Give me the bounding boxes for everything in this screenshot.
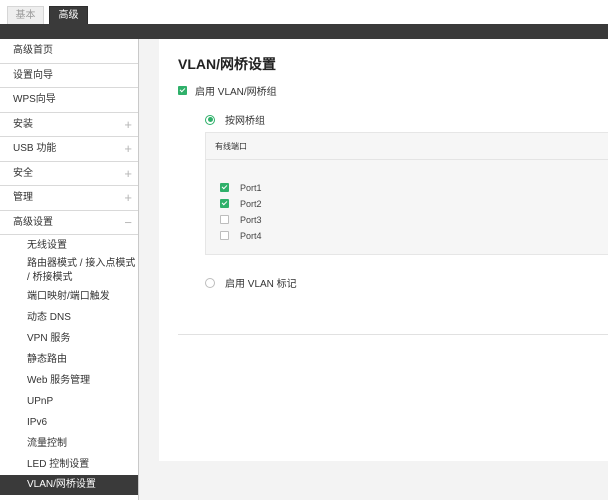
- top-tab-bar: 基本 高级: [0, 0, 608, 24]
- sidebar-item-advanced-home[interactable]: 高级首页: [0, 39, 138, 64]
- page-title: VLAN/网桥设置: [178, 56, 276, 72]
- sidebar-subitem-web-services[interactable]: Web 服务管理: [0, 370, 138, 391]
- sidebar-item-setup[interactable]: 安装 +: [0, 113, 138, 137]
- sidebar-item-security[interactable]: 安全 +: [0, 162, 138, 186]
- expand-plus-icon[interactable]: +: [124, 137, 132, 161]
- port-row-4: Port4: [220, 227, 262, 243]
- sidebar-item-setup-wizard[interactable]: 设置向导: [0, 64, 138, 88]
- section-divider: [178, 334, 608, 335]
- sidebar: 高级首页 设置向导 WPS向导 安装 + USB 功能 + 安全 + 管理 + 高级设置…: [0, 39, 139, 500]
- radio-unselected-icon[interactable]: [205, 277, 215, 288]
- enable-vlan-bridge-row: 启用 VLAN/网桥组: [178, 83, 277, 98]
- sidebar-subitem-led-control[interactable]: LED 控制设置: [0, 454, 138, 475]
- expand-plus-icon[interactable]: +: [124, 162, 132, 186]
- sidebar-item-wps-wizard[interactable]: WPS向导: [0, 88, 138, 113]
- port1-checkbox[interactable]: [220, 183, 229, 193]
- port-label: Port3: [240, 214, 262, 225]
- sidebar-item-advanced-settings[interactable]: 高级设置 −: [0, 211, 138, 235]
- sidebar-subitem-vpn[interactable]: VPN 服务: [0, 328, 138, 349]
- sidebar-subitem-vlan-bridge[interactable]: VLAN/网桥设置: [0, 475, 138, 495]
- sidebar-item-label: USB 功能: [13, 143, 57, 154]
- sidebar-item-label: 高级首页: [13, 45, 53, 56]
- radio-selected-icon[interactable]: [205, 114, 215, 125]
- port3-checkbox[interactable]: [220, 215, 229, 225]
- sidebar-subitem-ddns[interactable]: 动态 DNS: [0, 307, 138, 328]
- port-label: Port1: [240, 182, 262, 193]
- checkbox-checked-icon[interactable]: [178, 86, 187, 95]
- sidebar-subitem-router-mode[interactable]: 路由器模式 / 接入点模式 / 桥接模式: [0, 256, 138, 286]
- sidebar-subitem-port-forwarding[interactable]: 端口映射/端口触发: [0, 286, 138, 307]
- main-panel: VLAN/网桥设置 启用 VLAN/网桥组 按网桥组 有线端口 Port1 Po…: [159, 39, 608, 461]
- sidebar-item-label: 安全: [13, 167, 33, 179]
- tab-basic[interactable]: 基本: [7, 6, 44, 24]
- bridge-group-label: 按网桥组: [225, 116, 265, 127]
- port-row-3: Port3: [220, 211, 262, 227]
- port-label: Port2: [240, 198, 262, 209]
- expand-plus-icon[interactable]: +: [124, 113, 132, 137]
- port4-checkbox[interactable]: [220, 231, 229, 241]
- collapse-minus-icon[interactable]: −: [124, 211, 132, 235]
- sidebar-item-label: 管理: [13, 192, 33, 203]
- sidebar-item-label: 高级设置: [13, 216, 53, 228]
- port-list: Port1 Port2 Port3 Port4: [220, 179, 262, 243]
- sidebar-subitem-wireless[interactable]: 无线设置: [0, 235, 138, 256]
- enable-vlan-bridge-label: 启用 VLAN/网桥组: [195, 87, 277, 98]
- sidebar-item-label: WPS向导: [13, 94, 56, 105]
- tab-advanced[interactable]: 高级: [49, 6, 88, 24]
- vlan-tag-option: 启用 VLAN 标记: [205, 275, 297, 290]
- sidebar-item-label: 安装: [13, 118, 33, 130]
- bridge-group-option: 按网桥组: [205, 112, 265, 127]
- sidebar-item-label: 设置向导: [13, 69, 53, 81]
- expand-plus-icon[interactable]: +: [124, 186, 132, 210]
- sidebar-subitem-traffic-control[interactable]: 流量控制: [0, 433, 138, 454]
- sidebar-subitem-upnp[interactable]: UPnP: [0, 391, 138, 412]
- wired-ports-panel: 有线端口 Port1 Port2 Port3 Port4: [205, 132, 608, 255]
- sidebar-item-management[interactable]: 管理 +: [0, 186, 138, 211]
- sidebar-subitem-ipv6[interactable]: IPv6: [0, 412, 138, 433]
- header-bar: [0, 24, 608, 39]
- port-label: Port4: [240, 230, 262, 241]
- port-row-2: Port2: [220, 195, 262, 211]
- vlan-tag-label: 启用 VLAN 标记: [225, 279, 297, 290]
- port-row-1: Port1: [220, 179, 262, 195]
- port2-checkbox[interactable]: [220, 199, 229, 209]
- wired-ports-header: 有线端口: [206, 133, 608, 160]
- sidebar-item-usb[interactable]: USB 功能 +: [0, 137, 138, 162]
- sidebar-subitem-static-routes[interactable]: 静态路由: [0, 349, 138, 370]
